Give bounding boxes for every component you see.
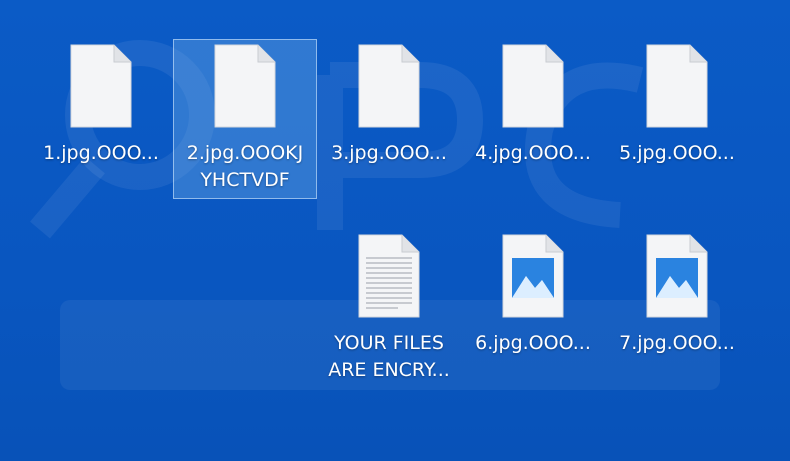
file-label: YOUR FILES ARE ENCRY...	[328, 332, 450, 381]
file-label: 2.jpg.OOOKJ YHCTVDF	[186, 142, 304, 191]
blank-document-icon	[502, 44, 564, 128]
file-label: 4.jpg.OOO...	[475, 142, 591, 164]
file-item[interactable]: 1.jpg.OOO...	[30, 44, 172, 167]
file-item[interactable]: YOUR FILES ARE ENCRY...	[318, 234, 460, 384]
blank-document-icon	[358, 44, 420, 128]
blank-document-icon	[646, 44, 708, 128]
file-item[interactable]: 5.jpg.OOO...	[606, 44, 748, 167]
file-item-selected[interactable]: 2.jpg.OOOKJ YHCTVDF	[173, 39, 317, 199]
image-file-icon	[502, 234, 564, 318]
text-document-icon	[358, 234, 420, 318]
file-item[interactable]: 6.jpg.OOO...	[462, 234, 604, 357]
file-label: 1.jpg.OOO...	[43, 142, 159, 164]
file-label: 6.jpg.OOO...	[475, 332, 591, 354]
image-file-icon	[646, 234, 708, 318]
file-label: 3.jpg.OOO...	[331, 142, 447, 164]
file-item[interactable]: 7.jpg.OOO...	[606, 234, 748, 357]
blank-document-icon	[214, 44, 276, 128]
file-label: 7.jpg.OOO...	[619, 332, 735, 354]
file-item[interactable]: 4.jpg.OOO...	[462, 44, 604, 167]
desktop: 1.jpg.OOO... 2.jpg.OOOKJ YHCTVDF 3.jpg.O…	[0, 0, 790, 461]
file-label: 5.jpg.OOO...	[619, 142, 735, 164]
file-item[interactable]: 3.jpg.OOO...	[318, 44, 460, 167]
blank-document-icon	[70, 44, 132, 128]
